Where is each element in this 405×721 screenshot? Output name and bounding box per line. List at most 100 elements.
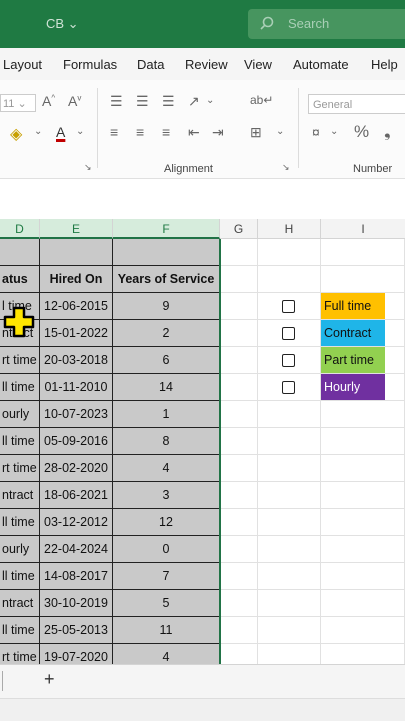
table-cell[interactable] [40,239,113,266]
status-cell[interactable]: rt time [0,455,40,482]
checkbox[interactable] [282,381,295,394]
align-center-icon[interactable]: ≡ [136,124,144,140]
wrap-text-icon[interactable]: ab↵ [250,93,273,107]
status-cell[interactable]: rt time [0,644,40,664]
header-cell-status[interactable]: atus [0,266,40,293]
grid-cell[interactable] [220,293,258,320]
grid-cell[interactable] [220,617,258,644]
increase-indent-icon[interactable]: ⇥ [212,124,224,141]
grid-cell[interactable] [258,239,321,266]
hired-on-cell[interactable]: 20-03-2018 [40,347,113,374]
dialog-launcher-icon[interactable]: ↘ [282,162,290,173]
formula-bar-area[interactable] [0,179,405,220]
chevron-down-icon[interactable]: ⌄ [206,95,214,106]
font-size-box[interactable]: 11 ⌄ [0,94,36,112]
hired-on-cell[interactable]: 10-07-2023 [40,401,113,428]
column-header-h[interactable]: H [258,219,321,239]
grid-cell[interactable] [220,374,258,401]
increase-font-icon[interactable]: A^ [42,93,55,109]
hired-on-cell[interactable]: 05-09-2016 [40,428,113,455]
years-of-service-cell[interactable]: 14 [113,374,220,401]
chevron-down-icon[interactable]: ⌄ [34,126,42,137]
status-cell[interactable]: ll time [0,563,40,590]
grid-cell[interactable] [258,536,321,563]
tab-automate[interactable]: Automate [293,57,349,72]
years-of-service-cell[interactable]: 5 [113,590,220,617]
grid-cell[interactable] [220,320,258,347]
grid-cell[interactable] [321,563,405,590]
hired-on-cell[interactable]: 03-12-2012 [40,509,113,536]
status-cell[interactable]: ll time [0,509,40,536]
grid-cell[interactable] [220,590,258,617]
grid-cell[interactable] [321,455,405,482]
grid-cell[interactable] [321,644,405,664]
grid-cell[interactable] [258,563,321,590]
hired-on-cell[interactable]: 18-06-2021 [40,482,113,509]
hired-on-cell[interactable]: 19-07-2020 [40,644,113,664]
years-of-service-cell[interactable]: 6 [113,347,220,374]
add-sheet-button[interactable]: + [44,669,55,690]
align-top-icon[interactable]: ☰ [110,93,123,110]
years-of-service-cell[interactable]: 9 [113,293,220,320]
chevron-down-icon[interactable]: ⌄ [330,126,338,137]
grid-cell[interactable] [220,428,258,455]
number-format-box[interactable]: General [308,94,405,114]
column-header-i[interactable]: I [321,219,405,239]
grid-cell[interactable] [258,428,321,455]
percent-icon[interactable]: % [354,122,369,142]
tab-data[interactable]: Data [137,57,164,72]
tab-layout[interactable]: Layout [3,57,42,72]
grid-cell[interactable] [258,617,321,644]
hired-on-cell[interactable]: 28-02-2020 [40,455,113,482]
status-cell[interactable]: rt time [0,347,40,374]
grid-cell[interactable] [321,482,405,509]
align-middle-icon[interactable]: ☰ [136,93,149,110]
checkbox[interactable] [282,354,295,367]
checkbox[interactable] [282,300,295,313]
table-cell[interactable] [0,239,40,266]
tab-formulas[interactable]: Formulas [63,57,117,72]
status-cell[interactable]: ll time [0,374,40,401]
status-cell[interactable]: ll time [0,617,40,644]
grid-cell[interactable] [321,266,405,293]
grid-cell[interactable] [258,455,321,482]
grid-cell[interactable] [220,266,258,293]
grid-cell[interactable] [321,590,405,617]
tab-review[interactable]: Review [185,57,228,72]
chevron-down-icon[interactable]: ⌄ [276,126,284,137]
years-of-service-cell[interactable]: 8 [113,428,220,455]
years-of-service-cell[interactable]: 11 [113,617,220,644]
grid-cell[interactable] [258,509,321,536]
status-cell[interactable]: ntract [0,590,40,617]
header-cell-years-of-service[interactable]: Years of Service [113,266,220,293]
grid-cell[interactable] [220,482,258,509]
grid-cell[interactable] [258,482,321,509]
status-cell[interactable]: ntract [0,482,40,509]
dialog-launcher-icon[interactable]: ↘ [84,162,92,173]
grid-cell[interactable] [258,644,321,664]
grid-cell[interactable] [258,266,321,293]
orientation-icon[interactable]: ↗ [188,93,200,110]
years-of-service-cell[interactable]: 4 [113,455,220,482]
column-header-f[interactable]: F [113,219,220,239]
hired-on-cell[interactable]: 15-01-2022 [40,320,113,347]
merge-center-icon[interactable]: ⊞ [250,124,262,141]
status-cell[interactable]: ll time [0,428,40,455]
search-box[interactable]: Search [248,9,405,39]
grid-cell[interactable] [321,509,405,536]
years-of-service-cell[interactable]: 1 [113,401,220,428]
hired-on-cell[interactable]: 12-06-2015 [40,293,113,320]
tab-view[interactable]: View [244,57,272,72]
grid-cell[interactable] [220,347,258,374]
grid-cell[interactable] [220,455,258,482]
header-cell-hired-on[interactable]: Hired On [40,266,113,293]
table-cell[interactable] [113,239,220,266]
comma-style-icon[interactable]: ❟ [384,122,391,142]
grid-cell[interactable] [258,590,321,617]
grid-cell[interactable] [321,239,405,266]
font-color-icon[interactable]: A [56,124,65,140]
years-of-service-cell[interactable]: 7 [113,563,220,590]
grid-cell[interactable] [220,401,258,428]
fill-color-icon[interactable]: ◈ [10,124,22,144]
hired-on-cell[interactable]: 14-08-2017 [40,563,113,590]
